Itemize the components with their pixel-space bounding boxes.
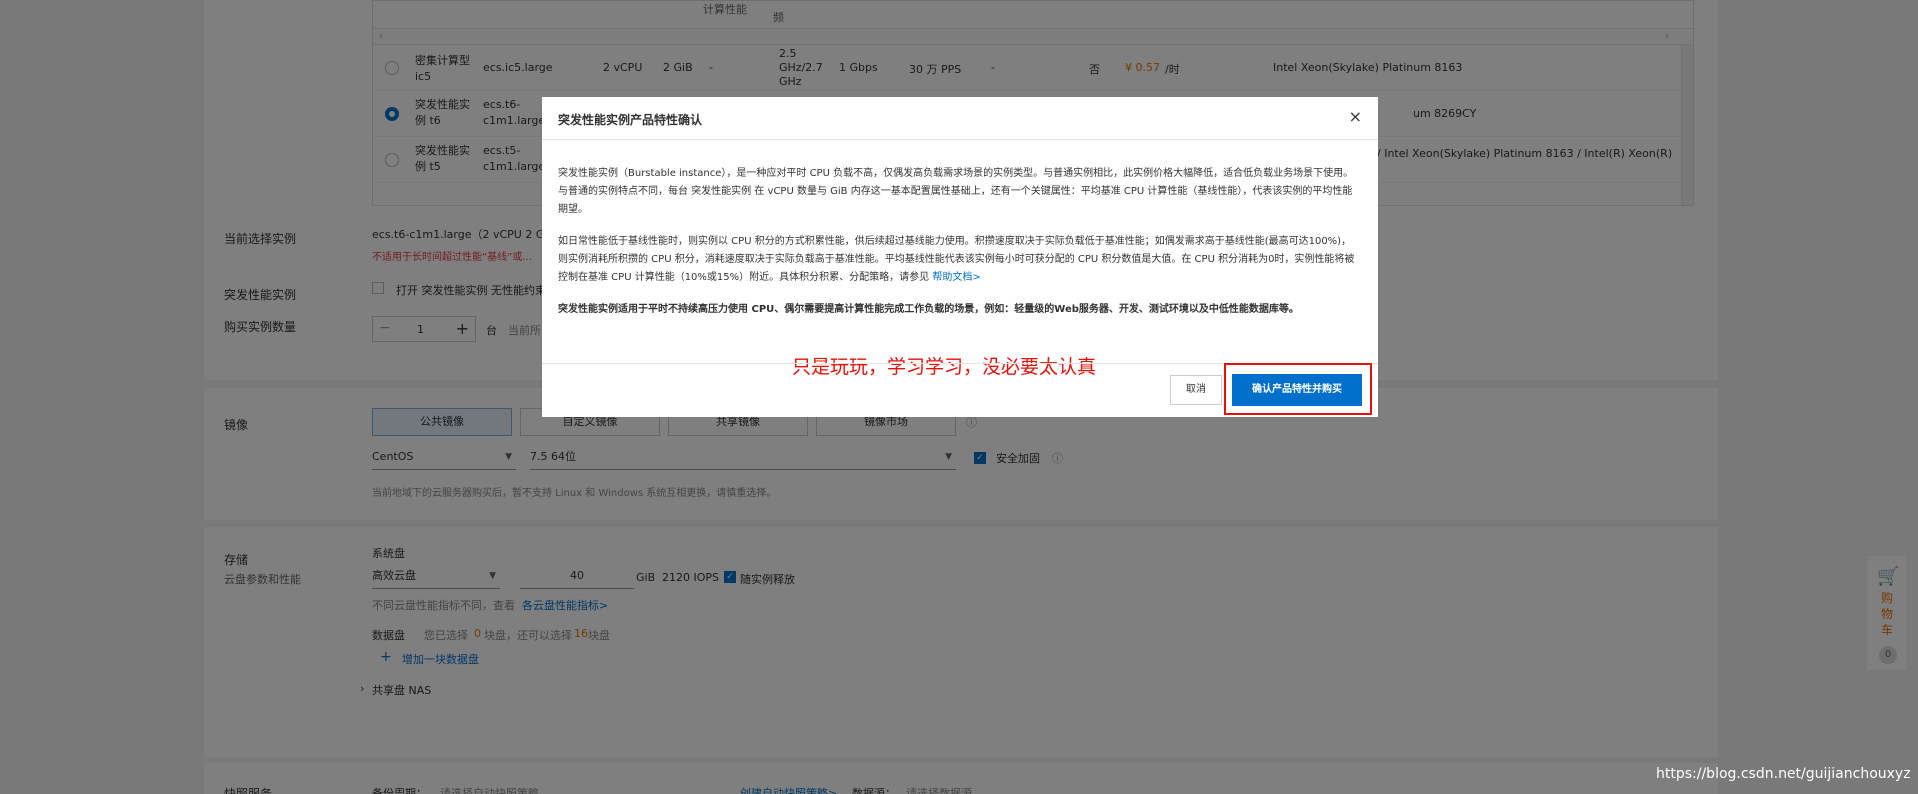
help-doc-link[interactable]: 帮助文档> — [932, 272, 980, 283]
close-icon[interactable]: × — [1349, 107, 1362, 126]
cancel-button[interactable]: 取消 — [1170, 375, 1222, 405]
confirm-dialog: 突发性能实例产品特性确认 × 突发性能实例（Burstable instance… — [542, 97, 1378, 417]
annotation-highlight-box — [1224, 363, 1372, 415]
divider — [542, 139, 1378, 140]
watermark: https://blog.csdn.net/guijianchouxyz — [1656, 766, 1911, 782]
dialog-paragraph: 如日常性能低于基线性能时，则实例以 CPU 积分的方式积累性能，供后续超过基线能… — [558, 233, 1358, 287]
dialog-paragraph: 突发性能实例（Burstable instance），是一种应对平时 CPU 负… — [558, 168, 1354, 215]
dialog-paragraph: 突发性能实例适用于平时不持续高压力使用 CPU、偶尔需要提高计算性能完成工作负载… — [558, 304, 1299, 315]
dialog-title: 突发性能实例产品特性确认 — [558, 113, 703, 127]
annotation-text: 只是玩玩，学习学习，没必要太认真 — [792, 356, 1097, 378]
dialog-body: 突发性能实例（Burstable instance），是一种应对平时 CPU 负… — [558, 165, 1358, 333]
